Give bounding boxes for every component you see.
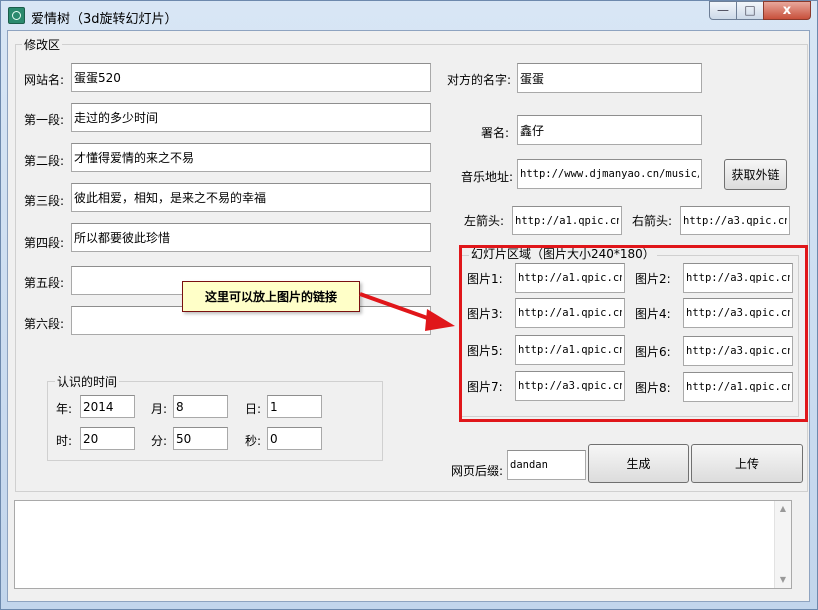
music-url-value: http://www.djmanyao.cn/music/96 — [520, 168, 699, 180]
para1-input[interactable]: 走过的多少时间 — [71, 103, 431, 132]
para4-label: 第四段: — [24, 236, 65, 250]
para3-value: 彼此相爱，相知，是来之不易的幸福 — [74, 191, 267, 205]
year-input[interactable]: 2014 — [80, 395, 135, 418]
edit-group-legend: 修改区 — [22, 36, 63, 53]
para5-label: 第五段: — [24, 276, 65, 290]
para3-input[interactable]: 彼此相爱，相知，是来之不易的幸福 — [71, 183, 431, 212]
maximize-button[interactable]: □ — [736, 1, 764, 20]
minute-value: 50 — [176, 431, 192, 446]
close-button[interactable]: x — [763, 1, 811, 20]
site-name-value: 蛋蛋520 — [74, 71, 121, 85]
month-input[interactable]: 8 — [173, 395, 228, 418]
app-icon — [8, 7, 25, 24]
log-scrollbar[interactable]: ▲ ▼ — [774, 501, 791, 588]
right-arrow-label: 右箭头: — [632, 214, 673, 228]
hour-label: 时: — [56, 434, 73, 448]
para3-label: 第三段: — [24, 194, 65, 208]
window-title: 爱情树（3d旋转幻灯片） — [31, 12, 178, 27]
page-suffix-value: dandan — [510, 459, 548, 471]
para1-label: 第一段: — [24, 113, 65, 127]
para2-input[interactable]: 才懂得爱情的来之不易 — [71, 143, 431, 172]
year-value: 2014 — [83, 399, 114, 414]
para4-input[interactable]: 所以都要彼此珍惜 — [71, 223, 431, 252]
year-label: 年: — [56, 402, 73, 416]
music-url-input[interactable]: http://www.djmanyao.cn/music/96 — [517, 159, 702, 189]
left-arrow-value: http://a1.qpic.cn/ — [515, 214, 619, 227]
annotation-highlight-box — [459, 245, 808, 422]
left-arrow-input[interactable]: http://a1.qpic.cn/ — [512, 206, 622, 235]
annotation-arrow-icon — [359, 292, 455, 331]
partner-name-label: 对方的名字: — [447, 73, 512, 87]
second-input[interactable]: 0 — [267, 427, 322, 450]
annotation-callout: 这里可以放上图片的链接 — [182, 281, 360, 312]
site-name-input[interactable]: 蛋蛋520 — [71, 63, 431, 92]
month-value: 8 — [176, 399, 184, 414]
generate-button[interactable]: 生成 — [588, 444, 689, 483]
close-icon: x — [782, 3, 792, 18]
para1-value: 走过的多少时间 — [74, 111, 159, 125]
second-value: 0 — [270, 431, 278, 446]
day-input[interactable]: 1 — [267, 395, 322, 418]
scroll-down-icon[interactable]: ▼ — [775, 572, 791, 588]
partner-name-input[interactable]: 蛋蛋 — [517, 63, 702, 93]
right-arrow-input[interactable]: http://a3.qpic.cn/ — [680, 206, 790, 235]
music-url-label: 音乐地址: — [461, 170, 514, 184]
hour-value: 20 — [83, 431, 99, 446]
signature-input[interactable]: 鑫仔 — [517, 115, 702, 145]
page-suffix-input[interactable]: dandan — [507, 450, 586, 480]
site-name-label: 网站名: — [24, 73, 65, 87]
page-suffix-label: 网页后缀: — [451, 464, 504, 478]
para2-value: 才懂得爱情的来之不易 — [74, 151, 195, 165]
month-label: 月: — [151, 402, 168, 416]
partner-name-value: 蛋蛋 — [520, 71, 545, 86]
second-label: 秒: — [245, 434, 262, 448]
right-arrow-value: http://a3.qpic.cn/ — [683, 214, 787, 227]
minute-label: 分: — [151, 434, 168, 448]
maximize-icon: □ — [744, 3, 756, 17]
minute-input[interactable]: 50 — [173, 427, 228, 450]
para2-label: 第二段: — [24, 154, 65, 168]
upload-button[interactable]: 上传 — [691, 444, 803, 483]
scroll-up-icon[interactable]: ▲ — [775, 501, 791, 517]
day-value: 1 — [270, 399, 278, 414]
minimize-icon: — — [717, 3, 729, 17]
get-link-button[interactable]: 获取外链 — [724, 159, 787, 190]
signature-label: 署名: — [481, 126, 510, 140]
title-bar[interactable]: 爱情树（3d旋转幻灯片） — □ x — [1, 1, 818, 31]
minimize-button[interactable]: — — [709, 1, 737, 20]
hour-input[interactable]: 20 — [80, 427, 135, 450]
para4-value: 所以都要彼此珍惜 — [74, 231, 171, 245]
left-arrow-label: 左箭头: — [464, 214, 505, 228]
day-label: 日: — [245, 402, 262, 416]
para6-label: 第六段: — [24, 317, 65, 331]
signature-value: 鑫仔 — [520, 123, 545, 138]
time-group-legend: 认识的时间 — [55, 373, 120, 390]
log-textarea[interactable]: ▲ ▼ — [14, 500, 792, 589]
